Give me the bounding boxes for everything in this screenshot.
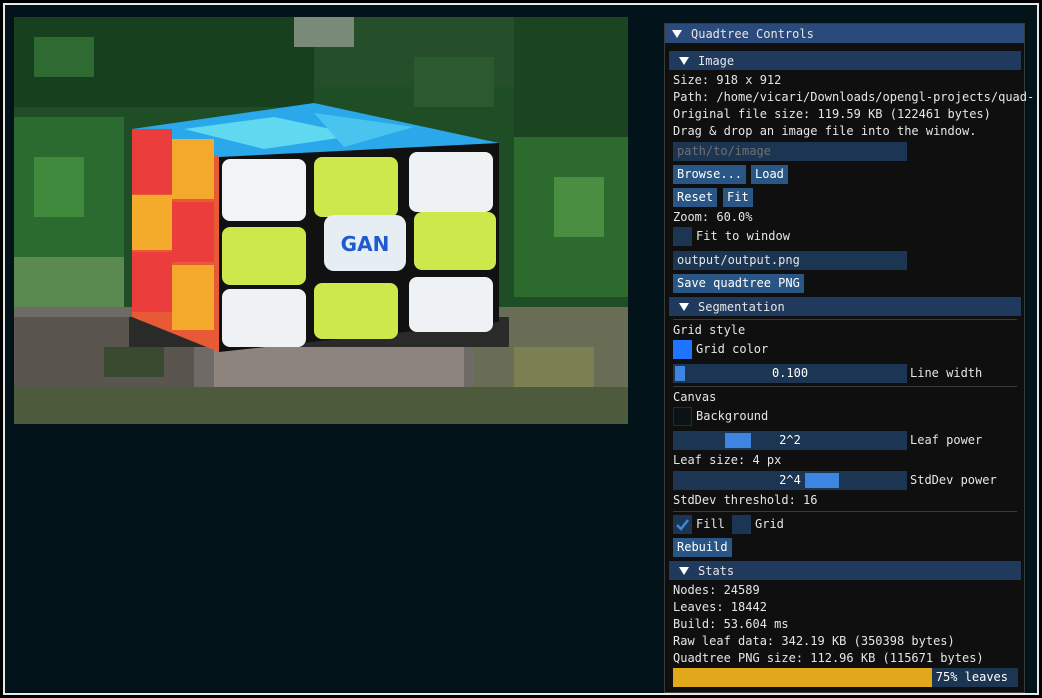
leaves-text: Leaves: 18442 [673, 600, 767, 614]
fit-to-window-checkbox[interactable] [673, 227, 692, 246]
line-width-label: Line width [910, 366, 983, 380]
leaf-power-value: 2^2 [779, 433, 801, 447]
quadtree-controls-panel: Quadtree Controls Image Size: 918 x 912 … [664, 23, 1034, 693]
stddev-power-value: 2^4 [779, 473, 801, 487]
stddev-power-slider[interactable]: 2^4 [673, 471, 907, 490]
panel-title-bar[interactable]: Quadtree Controls [665, 24, 1024, 43]
background-color-swatch[interactable] [673, 407, 692, 426]
collapse-triangle-icon [679, 302, 689, 311]
section-title: Stats [698, 563, 735, 578]
progress-label: 75% leaves [935, 670, 1008, 684]
nodes-text: Nodes: 24589 [673, 583, 760, 597]
collapse-triangle-icon[interactable] [672, 29, 682, 38]
image-path-text: Path: /home/vicari/Downloads/opengl-proj… [673, 90, 1035, 104]
quadtree-png-size-text: Quadtree PNG size: 112.96 KB (115671 byt… [673, 651, 984, 665]
section-stats-header[interactable]: Stats [669, 561, 1021, 580]
path-input[interactable]: path/to/image [673, 142, 907, 161]
leaf-power-slider[interactable]: 2^2 [673, 431, 907, 450]
fill-label: Fill [696, 517, 725, 531]
fit-to-window-label: Fit to window [696, 229, 790, 243]
save-quadtree-png-button[interactable]: Save quadtree PNG [673, 274, 804, 293]
collapse-triangle-icon [679, 56, 689, 65]
build-time-text: Build: 53.604 ms [673, 617, 789, 631]
image-size-text: Size: 918 x 912 [673, 73, 782, 87]
canvas-label: Canvas [673, 390, 717, 404]
quadtree-image: GAN [14, 17, 628, 424]
panel-title: Quadtree Controls [691, 26, 814, 41]
line-width-value: 0.100 [771, 366, 809, 380]
load-button[interactable]: Load [751, 165, 788, 184]
collapse-triangle-icon [679, 566, 689, 575]
cube-logo: GAN [341, 232, 390, 256]
reset-button[interactable]: Reset [673, 188, 718, 207]
progress-fill [673, 668, 932, 687]
drag-drop-hint: Drag & drop an image file into the windo… [673, 124, 977, 138]
section-image-header[interactable]: Image [669, 51, 1021, 70]
background-label: Background [696, 409, 769, 423]
stddev-power-label: StdDev power [910, 473, 997, 487]
divider [673, 319, 1017, 320]
browse-button[interactable]: Browse... [673, 165, 747, 184]
grid-style-label: Grid style [673, 323, 746, 337]
zoom-text: Zoom: 60.0% [673, 210, 753, 224]
grid-color-label: Grid color [696, 342, 769, 356]
rebuild-button[interactable]: Rebuild [673, 538, 732, 557]
app-window: GAN Quadtree Controls Image Size: 918 x … [3, 3, 1039, 695]
line-width-slider[interactable]: 0.100 [673, 364, 907, 383]
fit-button[interactable]: Fit [723, 188, 753, 207]
leaf-size-text: Leaf size: 4 px [673, 453, 782, 467]
original-size-text: Original file size: 119.59 KB (122461 by… [673, 107, 991, 121]
image-viewport[interactable]: GAN [14, 17, 628, 424]
divider [673, 386, 1017, 387]
output-path-input[interactable]: output/output.png [673, 251, 907, 270]
raw-leaf-data-text: Raw leaf data: 342.19 KB (350398 bytes) [673, 634, 955, 648]
grid-label: Grid [755, 517, 784, 531]
checkmark-icon [676, 519, 689, 531]
grid-color-swatch[interactable] [673, 340, 692, 359]
section-segmentation-header[interactable]: Segmentation [669, 297, 1021, 316]
stddev-threshold-text: StdDev threshold: 16 [673, 493, 818, 507]
section-title: Segmentation [698, 299, 785, 314]
leaves-progress-bar: 75% leaves [673, 668, 1018, 687]
grid-checkbox[interactable] [732, 515, 751, 534]
leaf-power-label: Leaf power [910, 433, 983, 447]
section-title: Image [698, 53, 735, 68]
fill-checkbox[interactable] [673, 515, 692, 534]
divider [673, 511, 1017, 512]
